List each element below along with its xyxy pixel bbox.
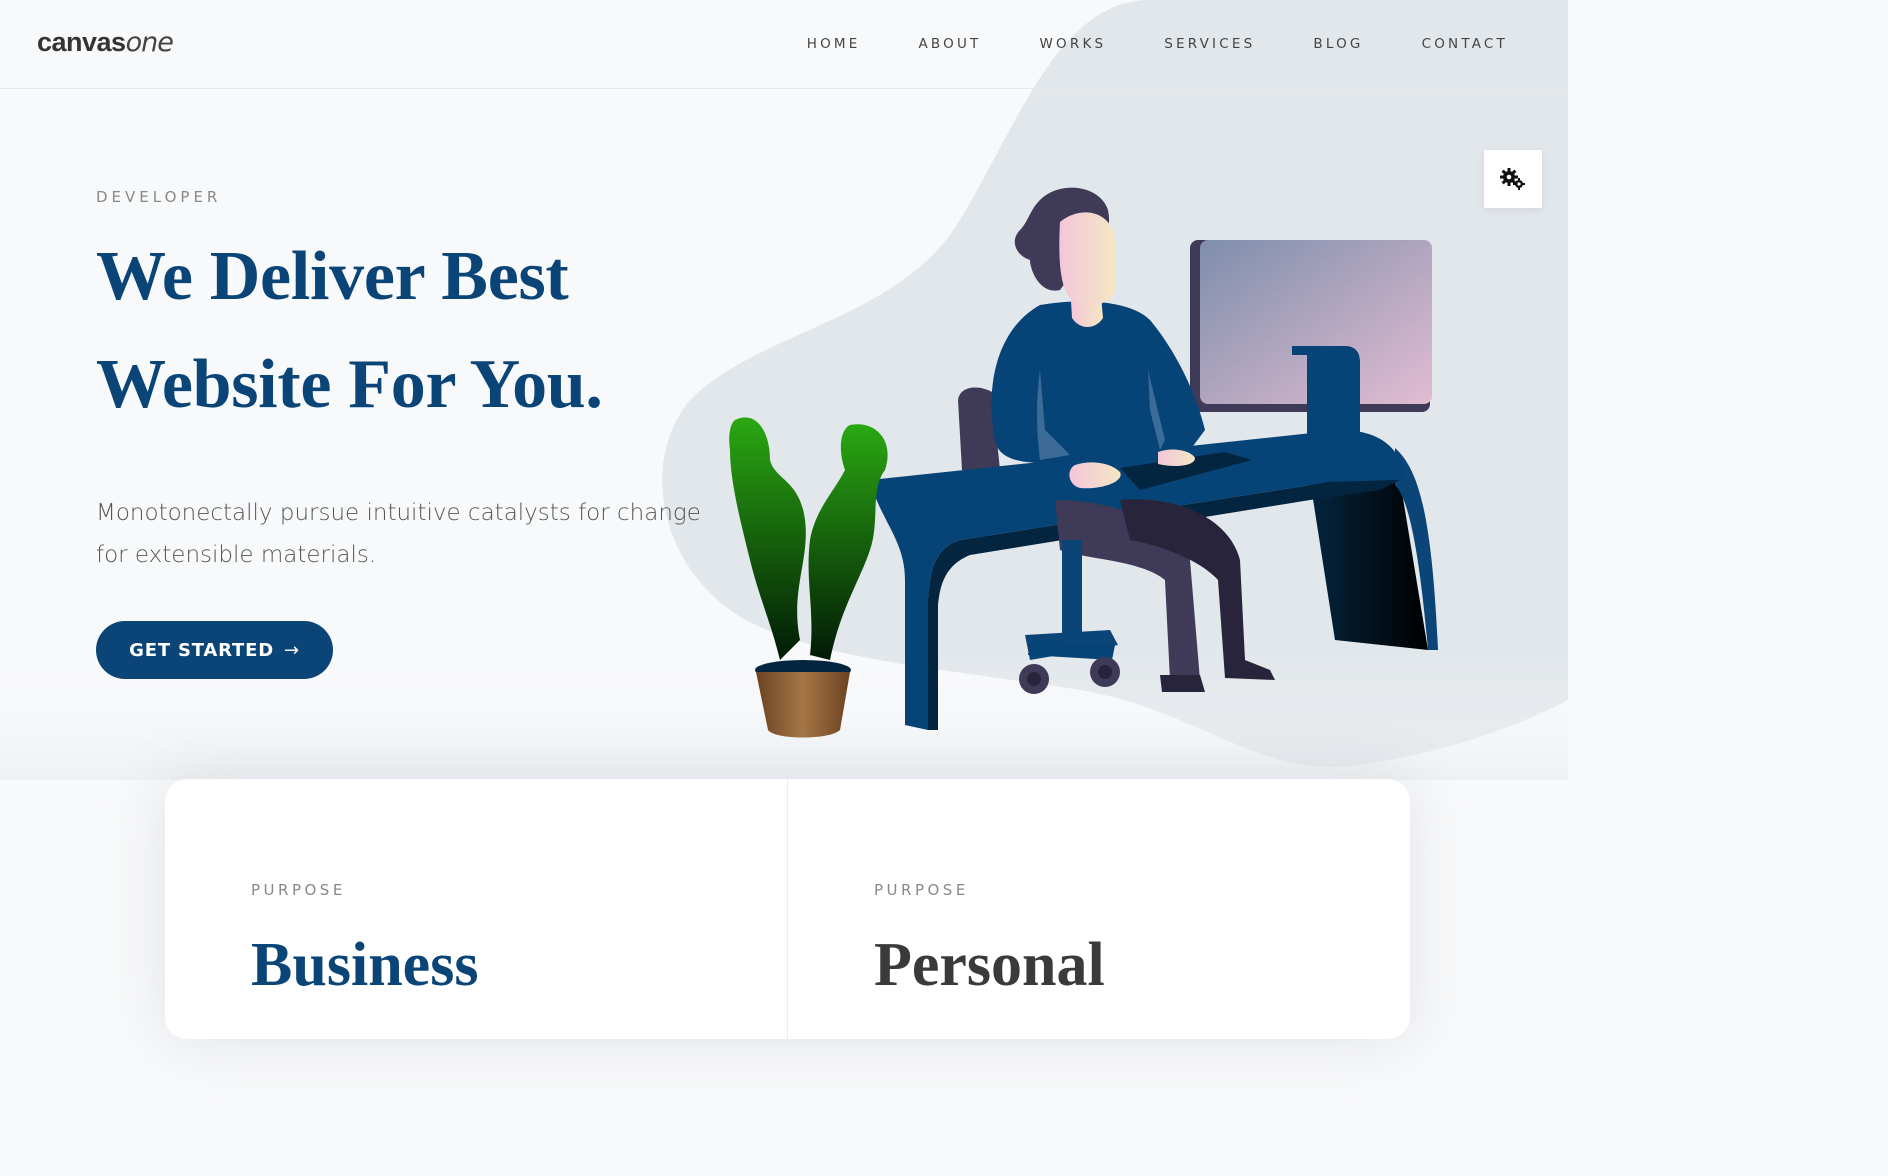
purpose-card-business[interactable]: PURPOSE Business <box>165 779 787 1039</box>
nav-item-contact[interactable]: CONTACT <box>1422 34 1508 54</box>
nav-item-works[interactable]: WORKS <box>1040 34 1107 54</box>
hero-section: DEVELOPER We Deliver Best Website For Yo… <box>96 186 736 576</box>
logo-text-light: one <box>125 27 174 58</box>
developer-illustration <box>729 187 1438 738</box>
settings-button[interactable] <box>1484 150 1542 208</box>
hero-headline-line1: We Deliver Best <box>96 238 569 315</box>
nav-item-services[interactable]: SERVICES <box>1164 34 1255 54</box>
card-eyebrow: PURPOSE <box>251 881 346 899</box>
main-nav: HOME ABOUT WORKS SERVICES BLOG CONTACT <box>749 34 1508 54</box>
get-started-button[interactable]: GET STARTED → <box>96 621 333 679</box>
nav-item-blog[interactable]: BLOG <box>1313 34 1363 54</box>
card-title: Business <box>251 931 479 999</box>
hero-eyebrow: DEVELOPER <box>96 188 222 206</box>
logo-text-bold: canvas <box>37 27 126 57</box>
get-started-label: GET STARTED <box>129 639 274 661</box>
nav-item-home[interactable]: HOME <box>807 34 861 54</box>
purpose-card-personal[interactable]: PURPOSE Personal <box>787 779 1410 1039</box>
hero-headline-line2: Website For You. <box>96 346 603 423</box>
hero-headline: We Deliver Best Website For You. <box>96 223 736 439</box>
site-logo[interactable]: canvasone <box>37 24 174 61</box>
site-header: canvasone HOME ABOUT WORKS SERVICES BLOG… <box>0 0 1568 89</box>
arrow-right-icon: → <box>283 639 300 661</box>
card-title: Personal <box>874 931 1105 999</box>
nav-item-about[interactable]: ABOUT <box>918 34 981 54</box>
gears-icon <box>1500 168 1525 190</box>
purpose-cards: PURPOSE Business PURPOSE Personal <box>165 779 1410 1039</box>
card-eyebrow: PURPOSE <box>874 881 969 899</box>
hero-subtext: Monotonectally pursue intuitive catalyst… <box>96 500 701 568</box>
